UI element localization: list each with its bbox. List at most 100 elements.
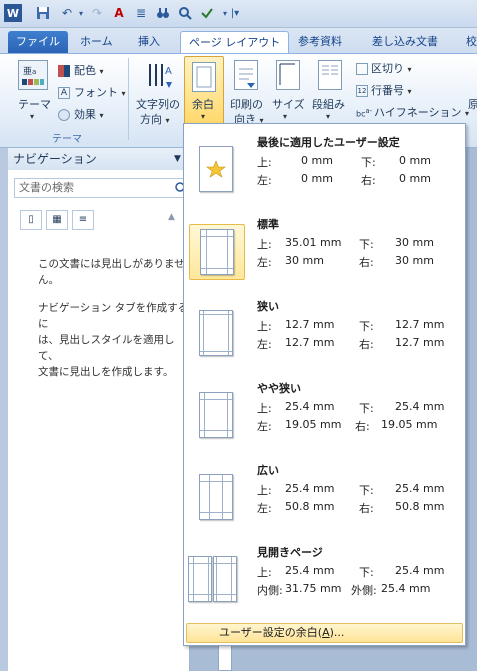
margin-label: 左: <box>257 256 272 269</box>
hyphenation-button[interactable]: bca- ハイフネーション ▾ <box>356 104 469 120</box>
nav-message-2-line-3: 文書に見出しを作成します。 <box>38 366 174 378</box>
margin-label: 上: <box>257 238 272 251</box>
font-icon: A <box>58 87 70 99</box>
theme-icon[interactable]: 亜a <box>18 60 48 90</box>
columns-icon[interactable] <box>318 60 342 90</box>
margin-label: 内側: <box>257 584 283 597</box>
nav-tab-results-icon[interactable]: ≡ <box>72 210 94 230</box>
margin-value: 50.8 mm <box>285 500 335 513</box>
save-icon[interactable] <box>34 4 52 22</box>
margin-label: 右: <box>359 338 374 351</box>
text-direction-label-1: 文字列の <box>136 98 180 111</box>
margin-value: 0 mm <box>399 154 431 167</box>
size-icon[interactable] <box>276 60 300 90</box>
margin-label: 下: <box>359 566 374 579</box>
ribbon-cut-label-1: 原 <box>468 98 477 111</box>
margin-value: 19.05 mm <box>285 418 342 431</box>
margin-value: 31.75 mm <box>285 582 342 595</box>
tab-file[interactable]: ファイル <box>8 31 68 54</box>
tab-home[interactable]: ホーム <box>72 31 121 54</box>
tab-page-layout[interactable]: ページ レイアウト <box>180 31 290 54</box>
navigation-header: ナビゲーション ▼ <box>8 148 189 170</box>
margin-value: 30 mm <box>395 254 434 267</box>
margin-thumbnail <box>188 552 245 608</box>
margin-option-mirrored[interactable]: 見開きページ 上: 25.4 mm 下: 25.4 mm 内側: 31.75 m… <box>185 536 464 618</box>
font-button[interactable]: A フォント ▾ <box>58 84 126 100</box>
custom-margins-prefix: ユーザー設定の余白( <box>219 626 323 639</box>
orientation-icon[interactable] <box>234 60 258 90</box>
margin-option-title: 標準 <box>257 218 279 231</box>
custom-margins-button[interactable]: ユーザー設定の余白(A)... <box>186 623 463 643</box>
svg-text:亜: 亜 <box>23 66 32 77</box>
margin-value: 0 mm <box>301 172 333 185</box>
orientation-label-1: 印刷の <box>230 98 263 111</box>
text-direction-label-2: 方向 ▾ <box>140 113 170 126</box>
margin-value: 12.7 mm <box>285 336 335 349</box>
line-numbers-icon: 12 <box>356 85 368 97</box>
navigation-menu-icon[interactable]: ▼ <box>174 148 181 170</box>
margin-label: 下: <box>359 484 374 497</box>
breaks-button[interactable]: 区切り ▾ <box>356 60 412 76</box>
word-app-icon[interactable]: W <box>4 4 22 22</box>
redo-icon[interactable]: ↷ <box>88 4 106 22</box>
margin-label: 外側: <box>351 584 377 597</box>
effect-icon <box>58 109 70 121</box>
line-numbers-button[interactable]: 12 行番号 ▾ <box>356 82 412 98</box>
margin-option-moderate[interactable]: やや狭い 上: 25.4 mm 下: 25.4 mm 左: 19.05 mm 右… <box>185 372 464 454</box>
nav-tab-headings-icon[interactable]: ▯ <box>20 210 42 230</box>
tab-review[interactable]: 校 <box>458 31 477 54</box>
page-icon <box>199 146 233 192</box>
nav-scroll-up-icon[interactable]: ▲ <box>168 212 175 222</box>
margin-label: 上: <box>257 484 272 497</box>
margin-value: 25.4 mm <box>285 400 335 413</box>
margin-label: 右: <box>361 174 376 187</box>
size-dropdown-icon[interactable]: ▾ <box>283 112 287 121</box>
tab-mailings[interactable]: 差し込み文書 <box>364 31 446 54</box>
align-icon[interactable]: ≣ <box>132 4 150 22</box>
margin-option-standard[interactable]: 標準 上: 35.01 mm 下: 30 mm 左: 30 mm 右: 30 m… <box>185 208 464 290</box>
color-icon <box>58 65 70 77</box>
effect-button[interactable]: 効果 ▾ <box>58 106 104 122</box>
color-button[interactable]: 配色 ▾ <box>58 62 104 78</box>
nav-message-2-line-2: は、見出しスタイルを適用して、 <box>38 334 175 362</box>
margin-label: 右: <box>359 502 374 515</box>
page-icon <box>200 229 234 275</box>
navigation-title: ナビゲーション <box>13 152 97 166</box>
custom-margins-suffix: )... <box>329 626 345 639</box>
text-direction-icon[interactable]: A <box>144 60 174 90</box>
zoom-icon[interactable] <box>176 4 194 22</box>
breaks-label: 区切り <box>371 62 404 75</box>
qat-menu-icon[interactable]: |▾ <box>226 4 244 22</box>
margin-value: 0 mm <box>399 172 431 185</box>
tab-insert[interactable]: 挿入 <box>130 31 168 54</box>
text-color-icon[interactable]: A <box>110 4 128 22</box>
size-label[interactable]: サイズ <box>272 96 305 112</box>
title-bar: W ↶ ▾ ↷ A ≣ ▾ |▾ <box>0 0 477 28</box>
margin-label: 上: <box>257 402 272 415</box>
navigation-search-input[interactable]: 文書の検索 <box>14 178 190 198</box>
margin-option-narrow[interactable]: 狭い 上: 12.7 mm 下: 12.7 mm 左: 12.7 mm 右: 1… <box>185 290 464 372</box>
spellcheck-icon[interactable] <box>198 4 216 22</box>
margin-value: 12.7 mm <box>395 336 445 349</box>
margin-label: 下: <box>359 238 374 251</box>
nav-message-2: ナビゲーション タブを作成するに は、見出しスタイルを適用して、 文書に見出しを… <box>38 300 189 380</box>
margin-option-last-custom[interactable]: 最後に適用したユーザー設定 上: 0 mm 下: 0 mm 左: 0 mm 右:… <box>185 126 464 208</box>
margin-value: 30 mm <box>395 236 434 249</box>
margin-option-wide[interactable]: 広い 上: 25.4 mm 下: 25.4 mm 左: 50.8 mm 右: 5… <box>185 454 464 536</box>
margin-thumbnail <box>189 306 245 362</box>
nav-tab-pages-icon[interactable]: ▦ <box>46 210 68 230</box>
columns-dropdown-icon[interactable]: ▾ <box>326 112 330 121</box>
margin-value: 35.01 mm <box>285 236 342 249</box>
group-separator <box>128 58 129 140</box>
theme-dropdown-icon[interactable]: ▾ <box>30 112 34 121</box>
columns-label[interactable]: 段組み <box>312 96 345 112</box>
margin-label: 左: <box>257 502 272 515</box>
margin-thumbnail <box>189 142 245 198</box>
binoculars-icon[interactable] <box>154 4 172 22</box>
margin-option-title: 広い <box>257 464 279 477</box>
tab-references[interactable]: 参考資料 <box>290 31 350 54</box>
theme-button[interactable]: テーマ <box>18 96 51 112</box>
page-icon <box>199 392 233 438</box>
margin-option-title: 見開きページ <box>257 546 323 559</box>
page-icon-left <box>188 556 212 602</box>
